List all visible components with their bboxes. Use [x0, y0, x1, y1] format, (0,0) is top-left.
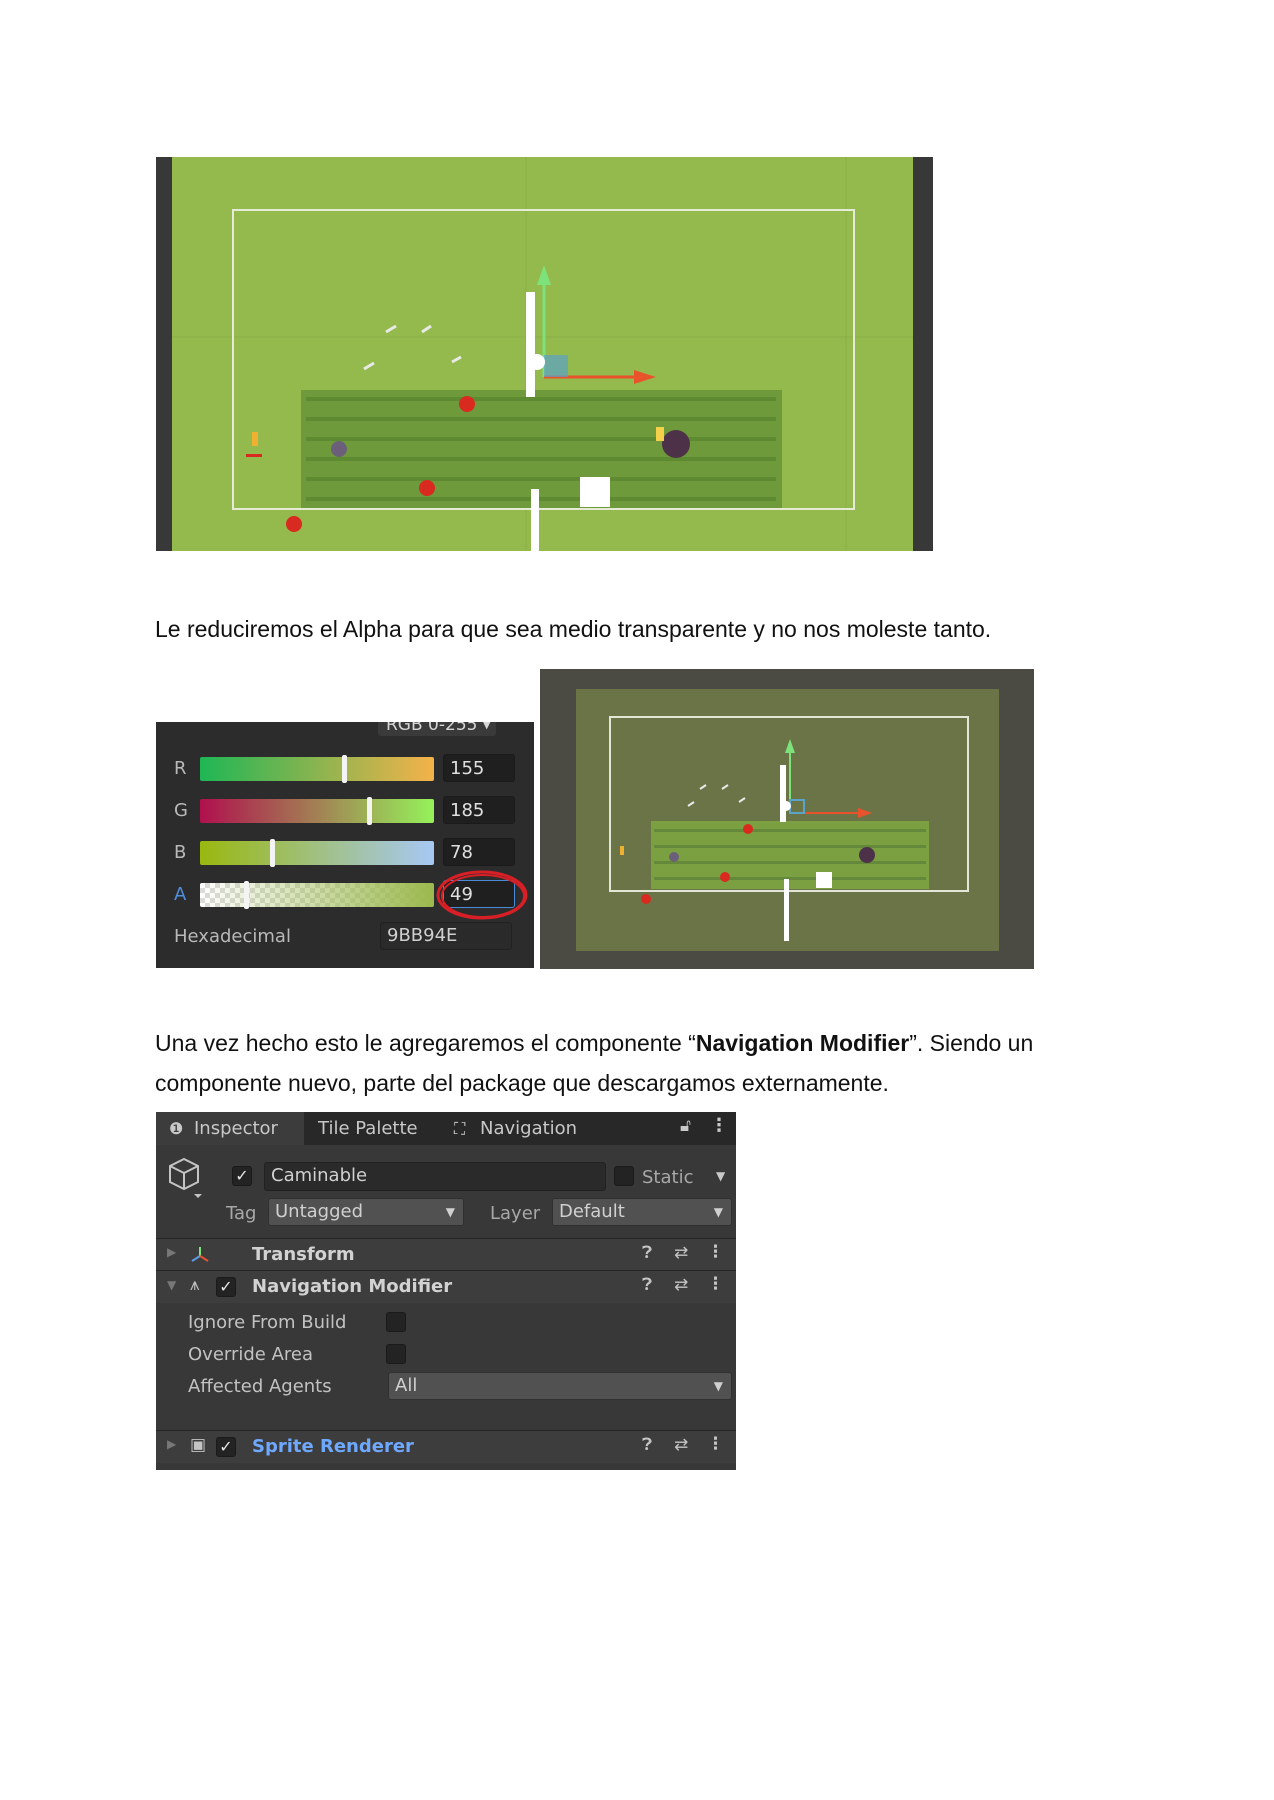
override-area-checkbox[interactable]: [386, 1344, 406, 1364]
info-icon: ❶: [169, 1119, 184, 1138]
tab-navigation[interactable]: ⛶ Navigation: [452, 1112, 592, 1145]
tag-value: Untagged: [275, 1201, 364, 1222]
inspector-panel: ❶ Inspector Tile Palette ⛶ Navigation 🔓︎…: [156, 1112, 736, 1470]
tab-inspector[interactable]: ❶ Inspector: [156, 1112, 304, 1145]
slider-handle[interactable]: [367, 797, 372, 825]
presets-icon[interactable]: ⇄: [674, 1275, 688, 1295]
grass-tilemap: [301, 390, 782, 508]
chevron-down-icon: ▼: [713, 1205, 723, 1219]
nav-modifier-enabled-checkbox[interactable]: ✓: [216, 1277, 236, 1297]
tag-dropdown[interactable]: Untagged ▼: [268, 1198, 464, 1226]
navigation-modifier-label: Navigation Modifier: [252, 1276, 453, 1297]
static-label: Static: [642, 1167, 694, 1188]
transform-icon: [191, 1247, 209, 1262]
color-mode-label: RGB 0-255: [386, 722, 478, 735]
gameobject-cube-icon: [169, 1157, 202, 1198]
slider-handle[interactable]: [244, 881, 249, 909]
gizmo-y-arrow: [537, 265, 551, 285]
white-block: [580, 477, 610, 507]
channel-r-field[interactable]: 155: [443, 754, 515, 782]
lock-icon[interactable]: 🔓︎: [680, 1116, 691, 1136]
chevron-down-icon: ▼: [482, 722, 491, 731]
paragraph-alpha: Le reduciremos el Alpha para que sea med…: [155, 616, 992, 642]
help-icon[interactable]: ❓︎: [642, 1243, 652, 1263]
gizmo-center: [529, 354, 545, 370]
player-sprite: [331, 441, 347, 457]
navigation-icon: ⛶: [454, 1119, 466, 1138]
navmesh-modifier-icon: ⩚: [190, 1275, 200, 1295]
affected-agents-value: All: [395, 1375, 418, 1396]
slider-handle[interactable]: [342, 755, 347, 783]
active-checkbox[interactable]: ✓: [232, 1166, 252, 1186]
affected-agents-label: Affected Agents: [188, 1376, 332, 1397]
scene-content: [172, 157, 913, 551]
channel-b-field[interactable]: 78: [443, 838, 515, 866]
gizmo-x-arrow: [634, 370, 656, 384]
static-checkbox[interactable]: [614, 1166, 634, 1186]
scene2-content: [576, 689, 999, 951]
sprite-renderer-label: Sprite Renderer: [252, 1436, 414, 1457]
channel-g-field[interactable]: 185: [443, 796, 515, 824]
transform-component-header[interactable]: ▶ Transform ❓︎ ⇄ ⋮: [156, 1238, 736, 1271]
color-picker-panel: RGB 0-255 ▼ R 155 G 185 B 78 A 49 Hexade…: [156, 722, 534, 968]
more-menu-icon[interactable]: ⋮: [710, 1115, 728, 1136]
foldout-arrow-icon[interactable]: ▶: [167, 1437, 176, 1451]
enemy-sprite: [662, 430, 690, 458]
channel-b-slider[interactable]: [200, 839, 434, 867]
object-name-field[interactable]: Caminable: [264, 1162, 606, 1191]
navigation-modifier-component-header[interactable]: ▼ ⩚ ✓ Navigation Modifier ❓︎ ⇄ ⋮: [156, 1270, 736, 1303]
more-menu-icon[interactable]: ⋮: [707, 1434, 724, 1454]
hex-field[interactable]: 9BB94E: [380, 922, 512, 950]
channel-a-slider[interactable]: [200, 881, 434, 909]
chevron-down-icon: ▼: [713, 1379, 723, 1393]
channel-r-label: R: [174, 758, 187, 779]
ignore-from-build-label: Ignore From Build: [188, 1312, 347, 1333]
sprite-renderer-icon: ▣: [190, 1435, 207, 1455]
red-circle-annotation: [436, 870, 528, 920]
presets-icon[interactable]: ⇄: [674, 1435, 688, 1455]
sprite-renderer-component-header[interactable]: ▶ ▣ ✓ Sprite Renderer ❓︎ ⇄ ⋮: [156, 1430, 736, 1463]
foldout-arrow-icon[interactable]: ▶: [167, 1245, 176, 1259]
color-mode-dropdown[interactable]: RGB 0-255 ▼: [378, 722, 496, 736]
paragraph-text-a: Una vez hecho esto le agregaremos el com…: [155, 1030, 696, 1056]
slider-handle[interactable]: [270, 839, 275, 867]
pillar-top: [526, 292, 535, 397]
paragraph-bold: Navigation Modifier: [695, 1030, 910, 1056]
transform-label: Transform: [252, 1244, 355, 1265]
tab-inspector-label: Inspector: [194, 1118, 278, 1139]
sprite-renderer-enabled-checkbox[interactable]: ✓: [216, 1437, 236, 1457]
channel-g-label: G: [174, 800, 188, 821]
channel-g-slider[interactable]: [200, 797, 434, 825]
layer-dropdown[interactable]: Default ▼: [552, 1198, 732, 1226]
tab-navigation-label: Navigation: [480, 1118, 578, 1139]
pillar-bottom: [531, 489, 539, 551]
channel-b-label: B: [174, 842, 187, 863]
help-icon[interactable]: ❓︎: [642, 1275, 652, 1295]
layer-label: Layer: [490, 1203, 541, 1224]
tab-tile-palette[interactable]: Tile Palette: [304, 1112, 434, 1145]
tag-label: Tag: [226, 1203, 257, 1224]
presets-icon[interactable]: ⇄: [674, 1243, 688, 1263]
foldout-arrow-icon[interactable]: ▼: [167, 1278, 176, 1292]
affected-agents-dropdown[interactable]: All ▼: [388, 1372, 732, 1400]
help-icon[interactable]: ❓︎: [642, 1435, 652, 1455]
paragraph-navigation-modifier-line2: componente nuevo, parte del package que …: [155, 1070, 889, 1096]
chevron-down-icon: ▼: [445, 1205, 455, 1219]
scene-view-transparent-screenshot: [540, 669, 1034, 969]
tab-bar: ❶ Inspector Tile Palette ⛶ Navigation 🔓︎…: [156, 1112, 736, 1145]
channel-r-slider[interactable]: [200, 755, 434, 783]
more-menu-icon[interactable]: ⋮: [707, 1274, 724, 1294]
hex-label: Hexadecimal: [174, 926, 291, 947]
more-menu-icon[interactable]: ⋮: [707, 1242, 724, 1262]
paragraph-navigation-modifier: Una vez hecho esto le agregaremos el com…: [155, 1023, 1033, 1063]
paragraph-text-b: ”. Siendo un: [909, 1030, 1034, 1056]
chevron-down-icon[interactable]: ▼: [716, 1169, 725, 1183]
ignore-from-build-checkbox[interactable]: [386, 1312, 406, 1332]
override-area-label: Override Area: [188, 1344, 314, 1365]
channel-a-label: A: [174, 884, 187, 905]
tab-tile-palette-label: Tile Palette: [318, 1118, 418, 1139]
layer-value: Default: [559, 1201, 625, 1222]
scene-view-screenshot: [156, 157, 933, 551]
